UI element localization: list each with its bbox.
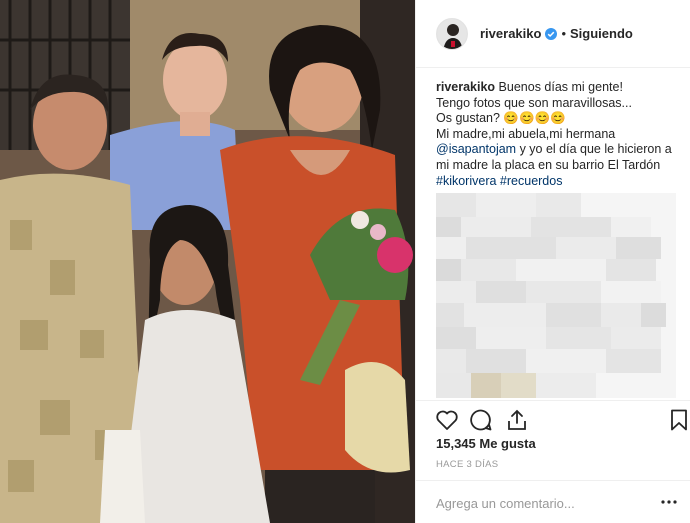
hashtag-link-2[interactable]: #recuerdos: [500, 174, 563, 188]
caption-line-3: Os gustan? 😊😊😊😊: [436, 111, 681, 127]
caption-text-1: Buenos días mi gente!: [495, 80, 623, 94]
post-username[interactable]: riverakiko: [480, 26, 541, 41]
post-timestamp[interactable]: HACE 3 DÍAS: [436, 459, 498, 470]
avatar[interactable]: [436, 17, 468, 50]
hashtag-link-1[interactable]: #kikorivera: [436, 174, 496, 188]
more-options-icon[interactable]: [657, 490, 681, 514]
comment-bubble-icon[interactable]: [468, 407, 494, 433]
caption-line-5: @isapantojam y yo el día que le hicieron…: [436, 142, 681, 158]
heart-icon[interactable]: [434, 407, 460, 433]
caption-line-7: #kikorivera #recuerdos: [436, 174, 681, 190]
mention-link[interactable]: @isapantojam: [436, 142, 516, 156]
blurred-comments-area: [436, 193, 676, 398]
verified-badge-icon: [545, 27, 558, 40]
caption-text-3: Os gustan?: [436, 111, 504, 126]
caption-username[interactable]: riverakiko: [436, 80, 495, 94]
caption-line-4: Mi madre,mi abuela,mi hermana: [436, 126, 616, 141]
post-side-panel: riverakiko • Siguiendo riverakiko Buenos…: [415, 0, 690, 523]
caption-line-2: Tengo fotos que son maravillosas...: [436, 95, 632, 110]
like-count[interactable]: 15,345 Me gusta: [436, 436, 536, 451]
caption-line-6: mi madre la placa en su barrio El Tardón: [436, 157, 661, 172]
share-icon[interactable]: [504, 407, 530, 433]
post-caption: riverakiko Buenos días mi gente! Tengo f…: [436, 80, 681, 189]
family-photo-illustration: [0, 0, 415, 523]
post-header: riverakiko • Siguiendo: [416, 0, 690, 68]
bookmark-icon[interactable]: [666, 407, 690, 433]
post-photo[interactable]: [0, 0, 415, 523]
caption-line-1: riverakiko Buenos días mi gente!: [436, 80, 681, 96]
emoji-smile-icon: 😊😊😊😊: [503, 111, 566, 126]
separator-dot: •: [561, 26, 566, 41]
action-bar: [416, 400, 690, 436]
following-button[interactable]: Siguiendo: [570, 26, 633, 41]
avatar-image: [437, 18, 467, 49]
pixelated-comments: [436, 193, 676, 398]
comment-box: [416, 480, 690, 523]
caption-text-5: y yo el día que le hicieron a: [516, 142, 672, 157]
comment-input[interactable]: [436, 493, 666, 513]
